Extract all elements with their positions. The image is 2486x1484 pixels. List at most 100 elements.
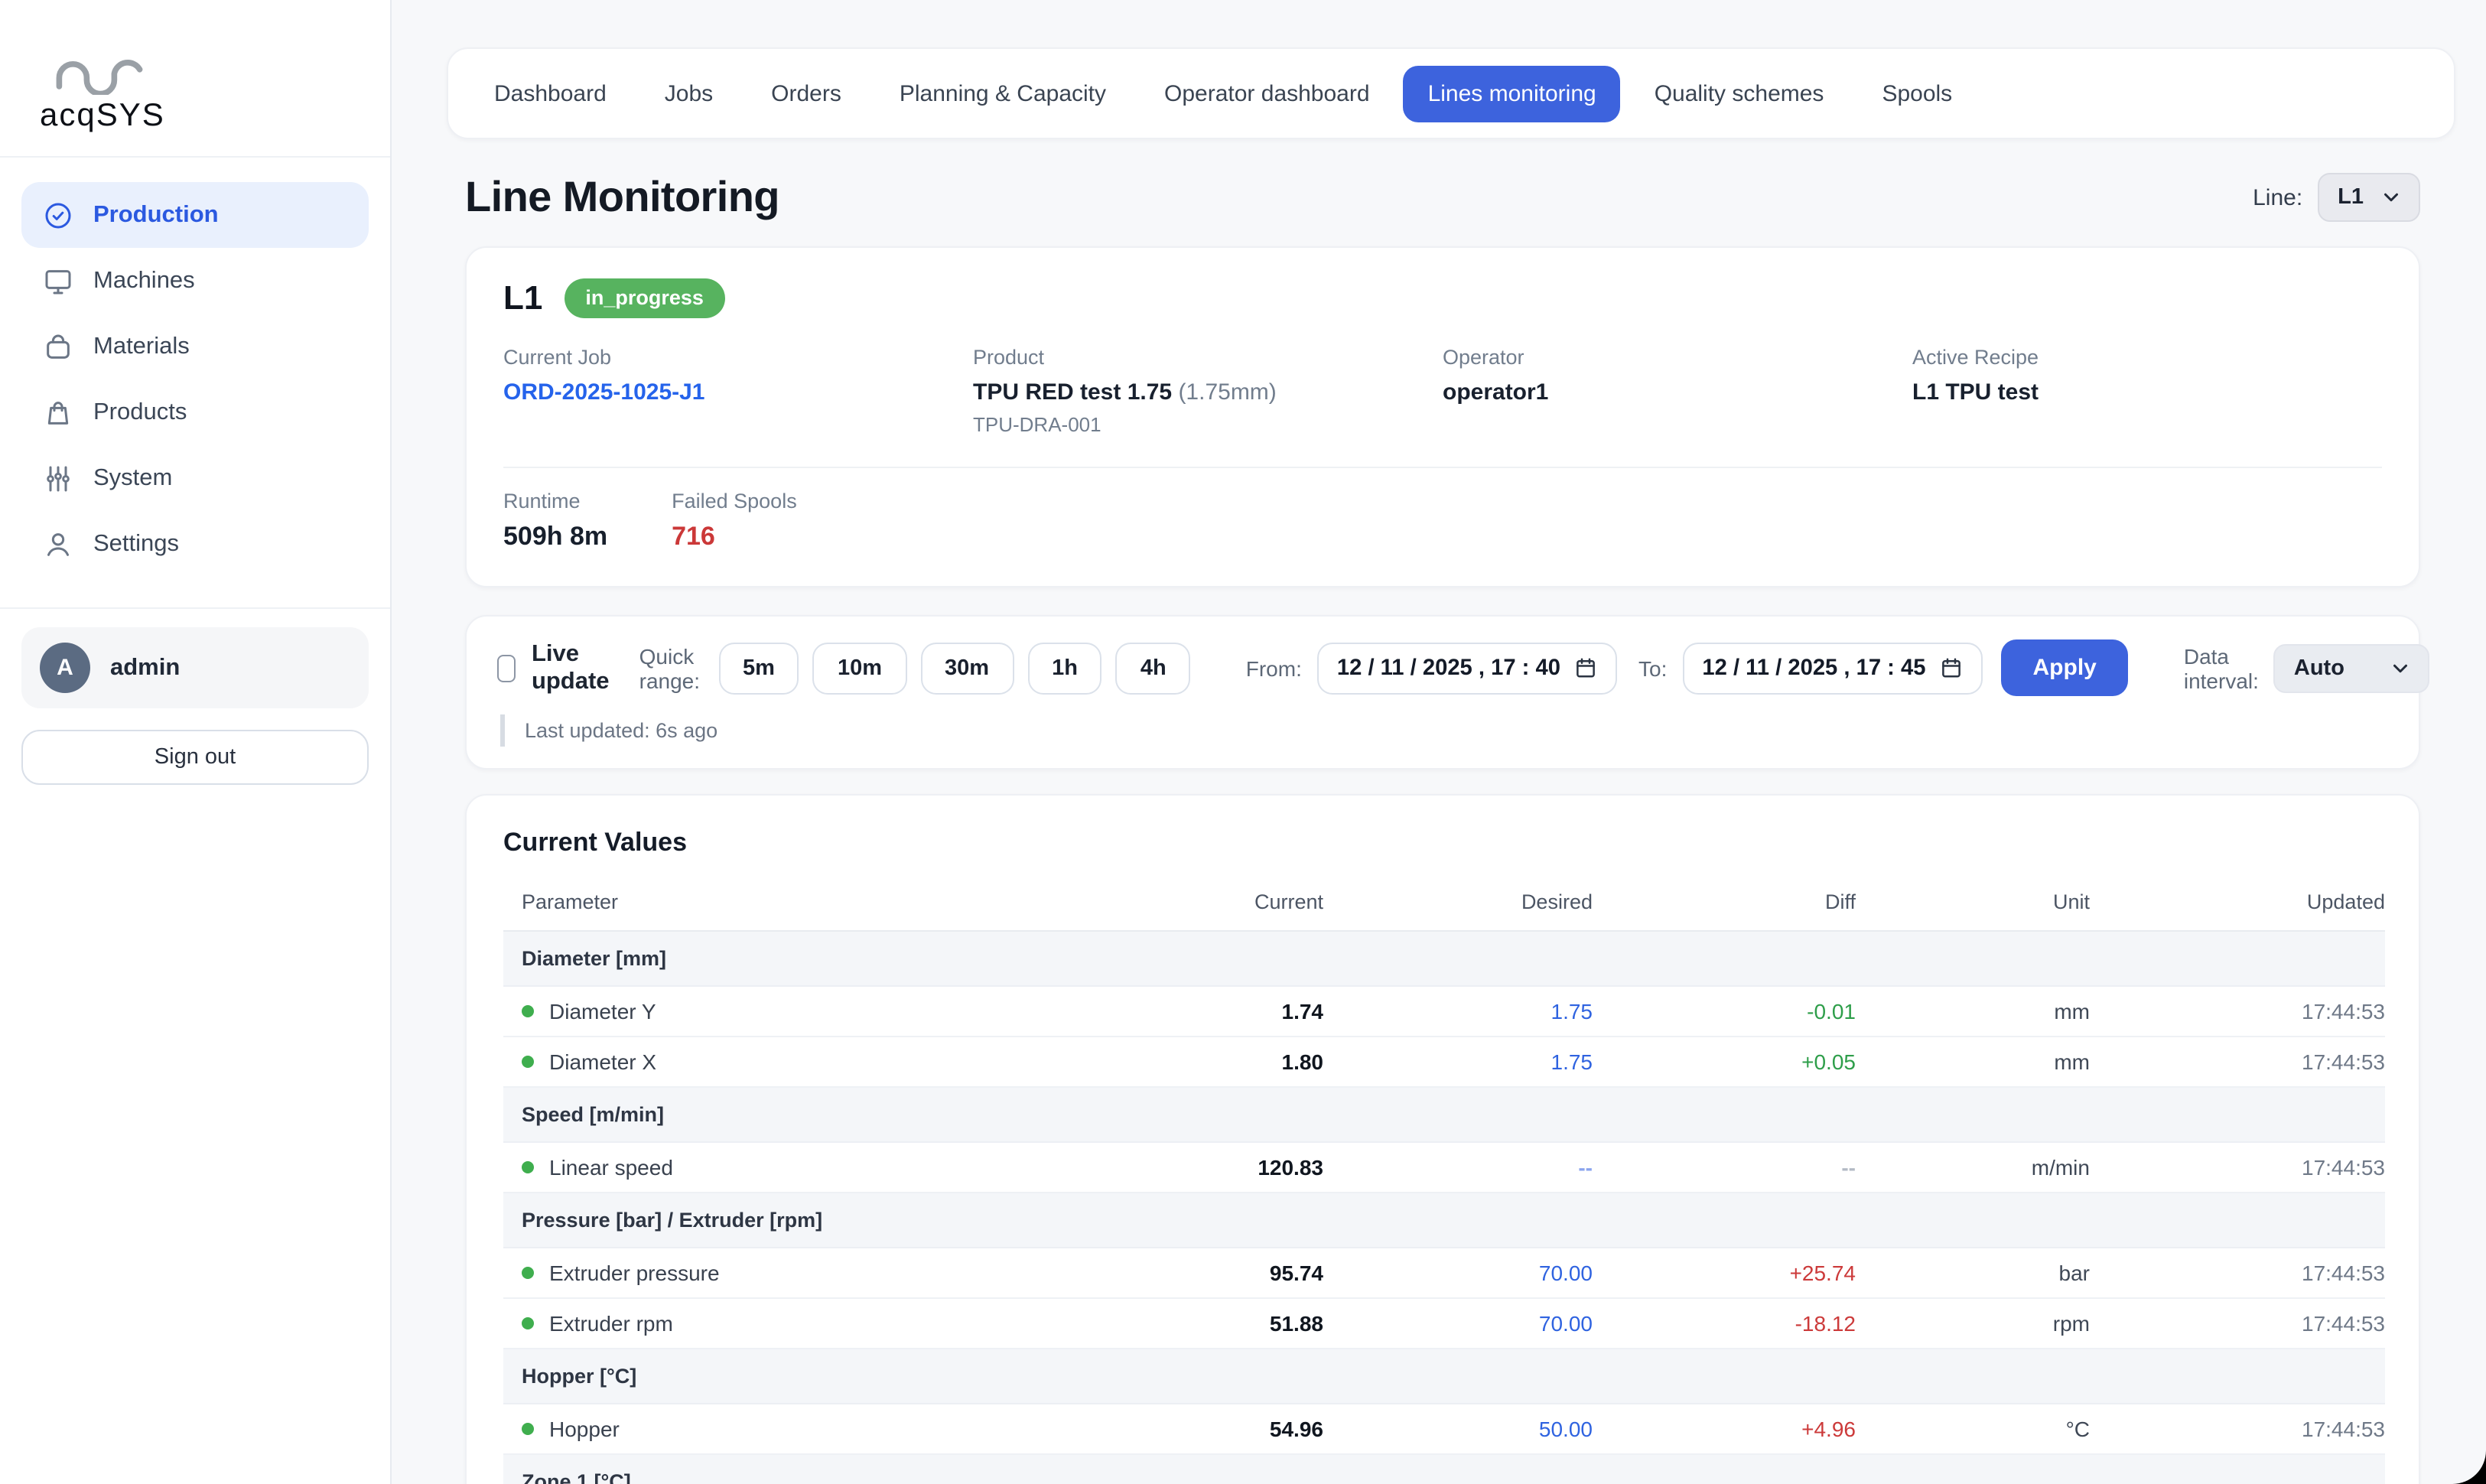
table-row: Extruder rpm51.8870.00-18.12rpm17:44:53 bbox=[503, 1298, 2385, 1349]
section-label: Pressure [bar] / Extruder [rpm] bbox=[503, 1193, 2385, 1248]
sliders-icon bbox=[43, 463, 73, 493]
diff-cell: +0.05 bbox=[1593, 1037, 1856, 1087]
section-label: Speed [m/min] bbox=[503, 1087, 2385, 1142]
tab-planning-capacity[interactable]: Planning & Capacity bbox=[875, 65, 1131, 122]
stat-value: 509h 8m bbox=[503, 522, 607, 552]
current-values-table: ParameterCurrentDesiredDiffUnitUpdated D… bbox=[503, 881, 2385, 1484]
line-select-group: Line: L1 bbox=[2253, 173, 2420, 222]
line-stats: Runtime509h 8mFailed Spools716 bbox=[503, 490, 2382, 552]
updated-cell: 17:44:53 bbox=[2090, 1404, 2385, 1454]
sidebar-divider bbox=[0, 607, 390, 609]
status-dot-icon bbox=[522, 1005, 534, 1017]
field-value[interactable]: ORD-2025-1025-J1 bbox=[503, 379, 973, 405]
tab-jobs[interactable]: Jobs bbox=[640, 65, 737, 122]
section-label: Diameter [mm] bbox=[503, 931, 2385, 986]
param-cell: Diameter X bbox=[503, 1037, 1100, 1087]
unit-cell: mm bbox=[1856, 1037, 2090, 1087]
desired-cell: 1.75 bbox=[1323, 1037, 1593, 1087]
quick-range-10m[interactable]: 10m bbox=[813, 642, 906, 694]
desired-cell: -- bbox=[1323, 1142, 1593, 1193]
line-select-value: L1 bbox=[2338, 185, 2364, 210]
live-update-toggle[interactable]: Live update bbox=[497, 640, 618, 695]
live-update-checkbox[interactable] bbox=[497, 654, 516, 682]
sidebar-item-settings[interactable]: Settings bbox=[21, 511, 369, 577]
desired-cell: 70.00 bbox=[1323, 1298, 1593, 1349]
main-area: DashboardJobsOrdersPlanning & CapacityOp… bbox=[392, 0, 2486, 1484]
line-select-label: Line: bbox=[2253, 184, 2302, 210]
unit-cell: m/min bbox=[1856, 1142, 2090, 1193]
apply-button[interactable]: Apply bbox=[2001, 639, 2129, 696]
current-values-card: Current Values ParameterCurrentDesiredDi… bbox=[465, 794, 2420, 1484]
quick-range-5m[interactable]: 5m bbox=[718, 642, 799, 694]
column-header-diff: Diff bbox=[1593, 881, 1856, 931]
table-section-row: Diameter [mm] bbox=[503, 931, 2385, 986]
tab-lines-monitoring[interactable]: Lines monitoring bbox=[1404, 65, 1621, 122]
sign-out-button[interactable]: Sign out bbox=[21, 730, 369, 785]
live-update-label: Live update bbox=[532, 640, 618, 695]
table-header-row: ParameterCurrentDesiredDiffUnitUpdated bbox=[503, 881, 2385, 931]
table-row: Hopper54.9650.00+4.96°C17:44:53 bbox=[503, 1404, 2385, 1454]
line-name: L1 bbox=[503, 278, 542, 318]
table-section-row: Zone 1 [°C] bbox=[503, 1454, 2385, 1484]
app-window: acqSYS ProductionMachinesMaterialsProduc… bbox=[0, 0, 2486, 1484]
field-suffix: (1.75mm) bbox=[1178, 379, 1276, 405]
updated-cell: 17:44:53 bbox=[2090, 986, 2385, 1037]
field-value: L1 TPU test bbox=[1912, 379, 2382, 405]
title-row: Line Monitoring Line: L1 bbox=[465, 173, 2420, 222]
status-dot-icon bbox=[522, 1056, 534, 1068]
sidebar: acqSYS ProductionMachinesMaterialsProduc… bbox=[0, 0, 392, 1484]
tab-orders[interactable]: Orders bbox=[747, 65, 866, 122]
field-label: Product bbox=[973, 346, 1443, 369]
controls-row: Live update Quick range: 5m10m30m1h4h Fr… bbox=[497, 639, 2388, 696]
sidebar-item-production[interactable]: Production bbox=[21, 182, 369, 248]
current-cell: 54.96 bbox=[1100, 1404, 1323, 1454]
line-select[interactable]: L1 bbox=[2318, 173, 2420, 222]
tab-operator-dashboard[interactable]: Operator dashboard bbox=[1140, 65, 1394, 122]
from-datetime-input[interactable]: 12 / 11 / 2025 , 17 : 40 bbox=[1317, 642, 1617, 694]
column-header-desired: Desired bbox=[1323, 881, 1593, 931]
line-fields: Current JobORD-2025-1025-J1ProductTPU RE… bbox=[503, 346, 2382, 436]
status-badge: in_progress bbox=[564, 278, 725, 318]
sidebar-item-machines[interactable]: Machines bbox=[21, 248, 369, 314]
tab-spools[interactable]: Spools bbox=[1857, 65, 1977, 122]
page-content: Line Monitoring Line: L1 L1 in_progress … bbox=[447, 173, 2455, 1484]
field-label: Active Recipe bbox=[1912, 346, 2382, 369]
line-head: L1 in_progress bbox=[503, 278, 2382, 318]
column-header-updated: Updated bbox=[2090, 881, 2385, 931]
param-cell: Diameter Y bbox=[503, 986, 1100, 1037]
table-section-row: Hopper [°C] bbox=[503, 1349, 2385, 1404]
quick-range-4h[interactable]: 4h bbox=[1116, 642, 1191, 694]
quick-range-1h[interactable]: 1h bbox=[1027, 642, 1102, 694]
current-cell: 51.88 bbox=[1100, 1298, 1323, 1349]
controls-card: Live update Quick range: 5m10m30m1h4h Fr… bbox=[465, 615, 2420, 770]
sidebar-item-label: System bbox=[93, 464, 172, 492]
to-datetime-input[interactable]: 12 / 11 / 2025 , 17 : 45 bbox=[1682, 642, 1982, 694]
tab-quality-schemes[interactable]: Quality schemes bbox=[1630, 65, 1849, 122]
table-section-row: Pressure [bar] / Extruder [rpm] bbox=[503, 1193, 2385, 1248]
sidebar-item-label: Materials bbox=[93, 333, 190, 360]
table-row: Diameter Y1.741.75-0.01mm17:44:53 bbox=[503, 986, 2385, 1037]
calendar-icon[interactable] bbox=[1574, 656, 1597, 679]
sidebar-item-products[interactable]: Products bbox=[21, 379, 369, 445]
section-label: Hopper [°C] bbox=[503, 1349, 2385, 1404]
to-label: To: bbox=[1638, 656, 1667, 680]
field-label: Current Job bbox=[503, 346, 973, 369]
sidebar-item-label: Products bbox=[93, 399, 187, 426]
quick-range-30m[interactable]: 30m bbox=[920, 642, 1014, 694]
sidebar-item-system[interactable]: System bbox=[21, 445, 369, 511]
sidebar-item-materials[interactable]: Materials bbox=[21, 314, 369, 379]
unit-cell: °C bbox=[1856, 1404, 2090, 1454]
table-row: Linear speed120.83----m/min17:44:53 bbox=[503, 1142, 2385, 1193]
line-status-card: L1 in_progress Current Job ORD-2025-1025-… bbox=[465, 246, 2420, 587]
brand-wave-icon bbox=[46, 40, 153, 95]
updated-cell: 17:44:53 bbox=[2090, 1142, 2385, 1193]
data-interval-select[interactable]: Auto bbox=[2274, 643, 2430, 692]
quick-range-group: 5m 10m 30m1h 4h bbox=[718, 642, 1191, 694]
unit-cell: bar bbox=[1856, 1248, 2090, 1298]
user-card: A admin bbox=[21, 627, 369, 708]
tab-dashboard[interactable]: Dashboard bbox=[470, 65, 631, 122]
desired-cell: 50.00 bbox=[1323, 1404, 1593, 1454]
calendar-icon[interactable] bbox=[1940, 656, 1963, 679]
updated-cell: 17:44:53 bbox=[2090, 1037, 2385, 1087]
stat-value: 716 bbox=[672, 522, 797, 552]
